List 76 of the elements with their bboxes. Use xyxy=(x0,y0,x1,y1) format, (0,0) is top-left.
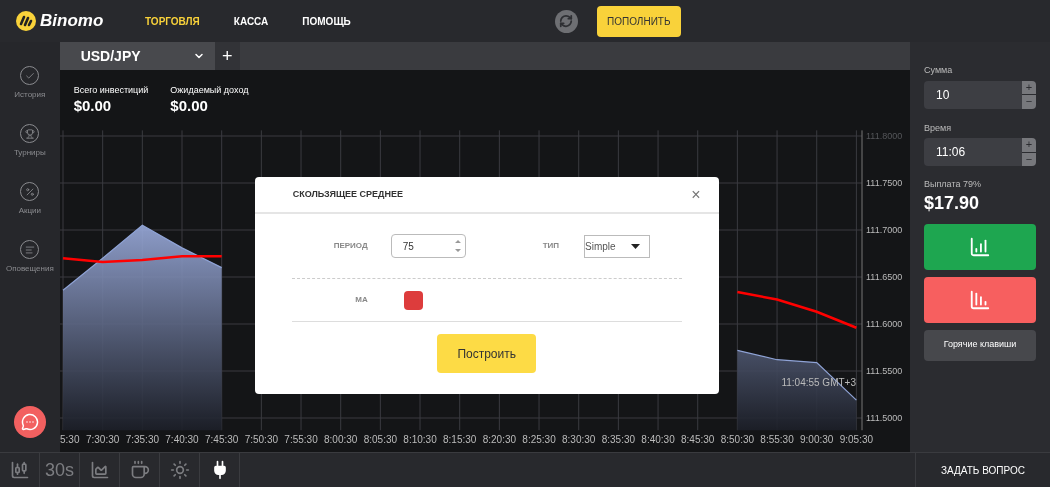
sidebar-label[interactable]: Акции xyxy=(18,205,41,217)
time-label: Время xyxy=(924,121,953,135)
asset-tab[interactable]: USD/JPY xyxy=(59,42,215,70)
axis-label: 7:45:30 xyxy=(204,434,239,445)
logo-icon xyxy=(16,11,36,31)
area-chart-icon[interactable] xyxy=(89,460,110,480)
color-swatch[interactable] xyxy=(403,290,423,310)
axis-label: 7:55:30 xyxy=(284,434,318,445)
candlestick-icon[interactable] xyxy=(9,460,30,480)
time-field[interactable]: 11:06 xyxy=(924,138,1022,166)
refresh-icon[interactable] xyxy=(554,9,578,33)
spinner-icon[interactable] xyxy=(454,239,461,253)
amount-field[interactable]: 10 xyxy=(924,80,1022,109)
amount-label: Сумма xyxy=(924,64,954,77)
axis-label: 5:30 xyxy=(59,434,80,445)
axis-label: 111.6500 xyxy=(865,272,902,282)
chat-button[interactable] xyxy=(14,406,46,438)
falling-chart-icon xyxy=(969,288,991,311)
deposit-button[interactable]: ПОПОЛНИТЬ xyxy=(596,5,681,37)
sidebar-label[interactable]: Турниры xyxy=(13,147,46,159)
axis-label: 7:30:30 xyxy=(85,434,120,445)
stat-value: $0.00 xyxy=(170,97,209,114)
axis-label: 111.7500 xyxy=(865,178,902,188)
axis-label: 111.5000 xyxy=(865,413,902,423)
stat-value: $0.00 xyxy=(73,97,113,114)
axis-label: 111.7000 xyxy=(865,225,902,235)
logo-text: Binomo xyxy=(40,10,104,33)
nav-link[interactable]: ТОРГОВЛЯ xyxy=(145,13,200,29)
down-button[interactable] xyxy=(924,276,1036,323)
axis-label: 111.8000 xyxy=(865,131,902,141)
cup-icon[interactable] xyxy=(129,460,150,480)
axis-label: 7:40:30 xyxy=(165,434,199,445)
type-label: ТИП xyxy=(542,240,560,252)
axis-label: 7:35:30 xyxy=(125,434,159,445)
payout-value: $17.90 xyxy=(924,191,981,214)
interval-button[interactable]: 30s xyxy=(40,453,80,487)
up-button[interactable] xyxy=(924,223,1036,270)
caret-icon[interactable] xyxy=(631,243,641,249)
period-label: ПЕРИОД xyxy=(332,240,368,252)
sun-icon[interactable] xyxy=(169,460,190,480)
axis-label: 8:50:30 xyxy=(720,434,754,445)
nav-link[interactable]: ПОМОЩЬ xyxy=(302,13,351,29)
axis-label: 8:35:30 xyxy=(601,434,635,445)
axis-label: 8:05:30 xyxy=(363,434,397,445)
close-button[interactable]: × xyxy=(691,186,701,203)
axis-label: 9:00:30 xyxy=(799,434,834,445)
type-select[interactable]: Simple xyxy=(584,234,651,258)
ma-label: МА xyxy=(354,294,368,306)
hotkeys-button[interactable]: Горячие клавиши xyxy=(924,329,1036,361)
axis-label: 7:50:30 xyxy=(244,434,278,445)
axis-label: 8:45:30 xyxy=(680,434,715,445)
stat-label: Ожидаемый доход xyxy=(170,84,249,97)
axis-label: 111.5500 xyxy=(865,366,902,376)
payout-label: Выплата 79% xyxy=(924,178,982,191)
axis-label: 8:25:30 xyxy=(522,434,556,445)
period-input[interactable]: 75 xyxy=(390,234,466,258)
axis-label: 8:15:30 xyxy=(442,434,477,445)
dialog-title: СКОЛЬЗЯЩЕЕ СРЕДНЕЕ xyxy=(292,187,403,201)
rising-chart-icon xyxy=(969,235,991,258)
sidebar-label[interactable]: Оповещения xyxy=(5,263,54,275)
axis-label: 8:20:30 xyxy=(482,434,516,445)
add-tab-button[interactable]: + xyxy=(214,42,240,70)
axis-label: 9:05:30 xyxy=(839,434,873,445)
asset-label[interactable]: USD/JPY xyxy=(80,45,141,67)
axis-label: 8:00:30 xyxy=(323,434,358,445)
axis-label: 8:10:30 xyxy=(403,434,437,445)
axis-label: 8:30:30 xyxy=(561,434,596,445)
axis-label: 8:55:30 xyxy=(760,434,794,445)
nav-link[interactable]: КАССА xyxy=(233,13,269,29)
ask-question-button[interactable]: ЗАДАТЬ ВОПРОС xyxy=(915,453,1050,487)
stat-label: Всего инвестиций xyxy=(73,84,149,97)
sidebar-label[interactable]: История xyxy=(14,89,46,101)
chat-icon xyxy=(21,413,39,431)
build-button[interactable]: Построить xyxy=(437,334,537,373)
axis-label: 8:40:30 xyxy=(641,434,675,445)
axis-label: 111.6000 xyxy=(865,319,902,329)
